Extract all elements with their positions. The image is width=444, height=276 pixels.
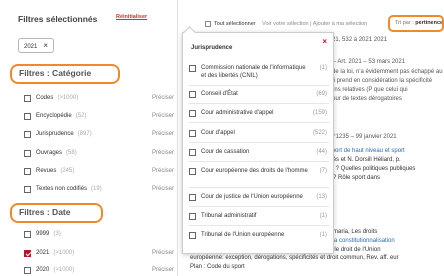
checkbox[interactable] xyxy=(24,267,31,274)
checkbox[interactable] xyxy=(189,232,196,239)
sort-value: pertinence xyxy=(415,20,444,26)
checkbox[interactable] xyxy=(24,168,31,175)
checkbox[interactable] xyxy=(189,110,196,117)
category-row-codes[interactable]: Codes (>1000) Préciser xyxy=(24,93,174,104)
selected-filters-title: Filtres sélectionnés xyxy=(18,14,98,24)
category-row-jurisprudence[interactable]: Jurisprudence (897) Préciser xyxy=(24,129,174,140)
category-label: Textes non codifiés (19) xyxy=(36,186,102,192)
option-count: (7) xyxy=(319,168,327,174)
divider xyxy=(189,187,329,188)
checkbox[interactable] xyxy=(189,91,196,98)
divider xyxy=(189,142,329,143)
option-count: (69) xyxy=(316,91,327,97)
view-selection-link[interactable]: Voir votre sélection xyxy=(262,21,308,27)
checkbox-checked[interactable] xyxy=(24,250,31,257)
refine-link[interactable]: Préciser xyxy=(152,93,174,104)
checkbox[interactable] xyxy=(24,113,31,120)
date-row-9999[interactable]: 9999 (3) xyxy=(24,229,174,240)
checkbox[interactable] xyxy=(24,186,31,193)
refine-link[interactable]: Préciser xyxy=(152,265,174,276)
option-count: (522) xyxy=(312,130,327,136)
option-count: (1) xyxy=(319,213,327,219)
divider xyxy=(189,206,329,207)
date-label: 2021 (>1000) xyxy=(36,250,75,256)
option-label: Conseil d'État xyxy=(201,91,238,97)
option-count: (1) xyxy=(319,232,327,238)
option-label: Cour d'appel xyxy=(201,130,235,136)
checkbox[interactable] xyxy=(24,131,31,138)
option-label: Cour de cassation xyxy=(201,149,250,155)
option-count: (44) xyxy=(316,149,327,155)
refine-link[interactable]: Préciser xyxy=(152,111,174,122)
option-count: (13) xyxy=(316,194,327,200)
date-label: 2020 (>1000) xyxy=(36,267,75,273)
divider xyxy=(189,161,329,162)
filter-chip-label: 2021 xyxy=(24,44,38,50)
category-row-textes-non-codifies[interactable]: Textes non codifiés (19) Préciser xyxy=(24,184,174,195)
divider xyxy=(189,225,329,226)
refine-link[interactable]: Préciser xyxy=(152,148,174,159)
option-label: Cour européenne des droits de l'homme xyxy=(201,168,308,174)
divider xyxy=(189,122,329,123)
option-label: Cour de justice de l'Union européenne xyxy=(201,194,303,200)
close-icon[interactable]: × xyxy=(322,37,327,46)
refine-link[interactable]: Préciser xyxy=(152,129,174,140)
add-to-selection-link[interactable]: Ajouter à ma sélection xyxy=(313,21,367,27)
category-row-revues[interactable]: Revues (245) Préciser xyxy=(24,166,174,177)
option-label: Tribunal de l'Union européenne xyxy=(201,232,285,238)
result-snippet: européenne: exception, dérogations, spéc… xyxy=(190,255,399,261)
results-toolbar: Tout sélectionner Voir votre sélection |… xyxy=(205,18,367,30)
select-all-checkbox[interactable] xyxy=(205,20,211,27)
checkbox[interactable] xyxy=(24,95,31,102)
checkbox[interactable] xyxy=(189,213,196,220)
filter-sidebar: Filtres sélectionnés Réinitialiser 2021 ×… xyxy=(0,0,178,276)
sort-prefix: Tri par : xyxy=(395,20,414,26)
checkbox[interactable] xyxy=(189,194,196,201)
category-label: Codes (>1000) xyxy=(36,95,79,101)
divider xyxy=(189,85,329,86)
dropdown-title: Jurisprudence xyxy=(191,45,233,51)
option-count: (1) xyxy=(319,65,327,71)
option-count: (159) xyxy=(312,110,327,116)
checkbox[interactable] xyxy=(24,231,31,238)
option-label: Commission nationale de l'informatique e… xyxy=(201,65,306,79)
divider xyxy=(189,103,329,104)
checkbox[interactable] xyxy=(189,65,196,72)
date-row-2021[interactable]: 2021 (>1000) Préciser xyxy=(24,248,174,259)
category-label: Revues (245) xyxy=(36,168,75,174)
refine-link[interactable]: Préciser xyxy=(152,184,174,195)
category-label: Ouvrages (58) xyxy=(36,150,77,156)
option-label: Tribunal administratif xyxy=(201,213,257,219)
checkbox[interactable] xyxy=(189,130,196,137)
jurisprudence-dropdown: × Jurisprudence Commission nationale de … xyxy=(182,32,334,254)
chip-close-icon[interactable]: × xyxy=(43,41,48,50)
sort-select[interactable]: Tri par : pertinence xyxy=(388,15,444,32)
category-label: Encyclopédie (52) xyxy=(36,113,87,119)
date-filter-header[interactable]: Filtres : Date xyxy=(10,203,103,223)
option-label: Cour administrative d'appel xyxy=(201,110,274,116)
checkbox[interactable] xyxy=(189,168,196,175)
date-label: 9999 (3) xyxy=(36,231,61,237)
result-snippet: Plan : Code du sport xyxy=(190,264,245,270)
reset-filters-link[interactable]: Réinitialiser xyxy=(116,14,147,20)
category-label: Jurisprudence (897) xyxy=(36,131,92,137)
select-all-label[interactable]: Tout sélectionner xyxy=(214,21,256,27)
category-filter-header[interactable]: Filtres : Catégorie xyxy=(10,64,120,84)
category-row-encyclopedie[interactable]: Encyclopédie (52) Préciser xyxy=(24,111,174,122)
refine-link[interactable]: Préciser xyxy=(152,166,174,177)
checkbox[interactable] xyxy=(189,149,196,156)
refine-link[interactable]: Préciser xyxy=(152,248,174,259)
filter-chip-2021[interactable]: 2021 × xyxy=(18,38,55,53)
category-row-ouvrages[interactable]: Ouvrages (58) Préciser xyxy=(24,148,174,159)
checkbox[interactable] xyxy=(24,150,31,157)
date-row-2020[interactable]: 2020 (>1000) Préciser xyxy=(24,265,174,276)
